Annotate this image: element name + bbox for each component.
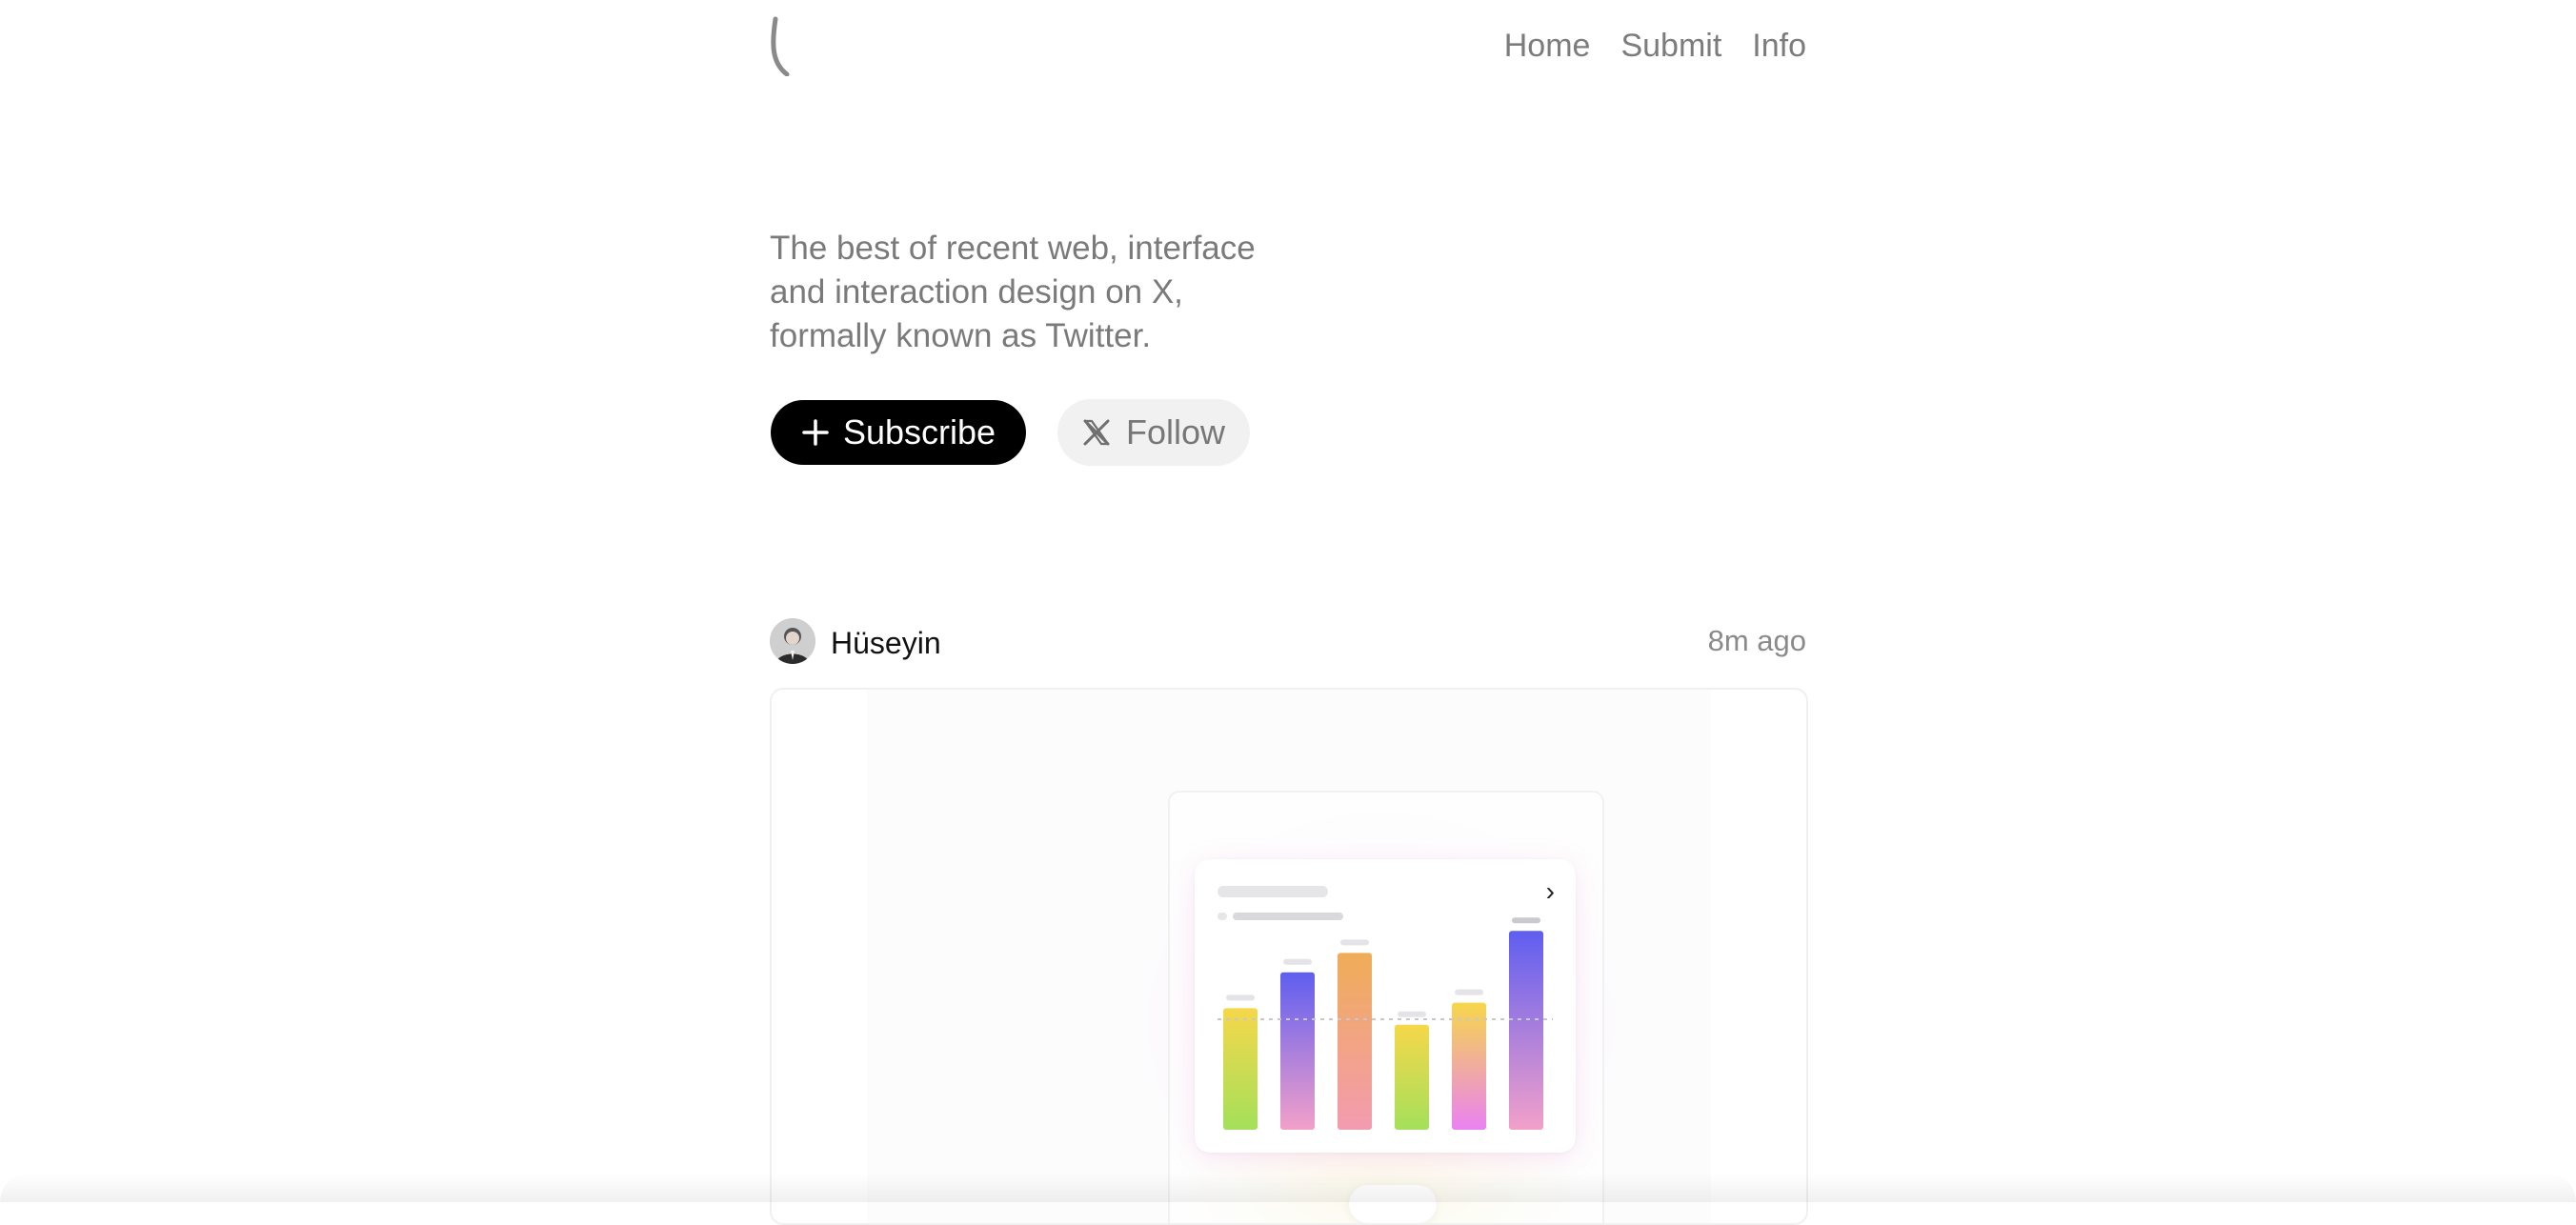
chart-bar — [1338, 953, 1372, 1130]
chart-bar-label-placeholder — [1455, 989, 1483, 995]
nav-home-link[interactable]: Home — [1504, 25, 1591, 67]
chart-bar — [1509, 931, 1543, 1130]
chart-bar-label-placeholder — [1283, 958, 1312, 965]
avatar[interactable] — [770, 618, 815, 664]
nav-info-link[interactable]: Info — [1752, 25, 1806, 67]
top-nav: Home Submit Info — [1504, 25, 1806, 67]
chart-bar-label-placeholder — [1226, 994, 1255, 1001]
post-header: Hüseyin 8m ago — [770, 618, 1806, 666]
plus-icon — [802, 419, 829, 446]
site-tagline: The best of recent web, interface and in… — [770, 230, 1256, 354]
follow-on-x-button[interactable]: Follow — [1057, 399, 1250, 466]
logo-mark-icon[interactable] — [770, 15, 798, 76]
follow-label: Follow — [1125, 412, 1226, 452]
bottom-shadow — [0, 1174, 2576, 1202]
chart-bar — [1395, 1024, 1429, 1130]
chart-bar-label-placeholder — [1340, 939, 1369, 946]
bar-chart — [1218, 917, 1553, 1130]
chart-bar — [1223, 1008, 1258, 1130]
x-logo-icon — [1083, 419, 1110, 446]
media-preview: › — [867, 690, 1711, 1223]
nav-submit-link[interactable]: Submit — [1620, 25, 1721, 67]
chart-bar-label-placeholder — [1398, 1011, 1426, 1017]
post-time: 8m ago — [1707, 624, 1806, 657]
post-media[interactable]: › — [770, 688, 1808, 1225]
subscribe-button[interactable]: Subscribe — [771, 400, 1026, 465]
subscribe-label: Subscribe — [842, 412, 996, 452]
chart-bar — [1452, 1002, 1486, 1130]
avatar-portrait-icon — [770, 618, 815, 664]
post-author[interactable]: Hüseyin — [831, 624, 941, 662]
chart-bar — [1280, 972, 1315, 1130]
chart-bar-label-placeholder — [1512, 917, 1540, 924]
chart-card: › — [1195, 859, 1576, 1153]
